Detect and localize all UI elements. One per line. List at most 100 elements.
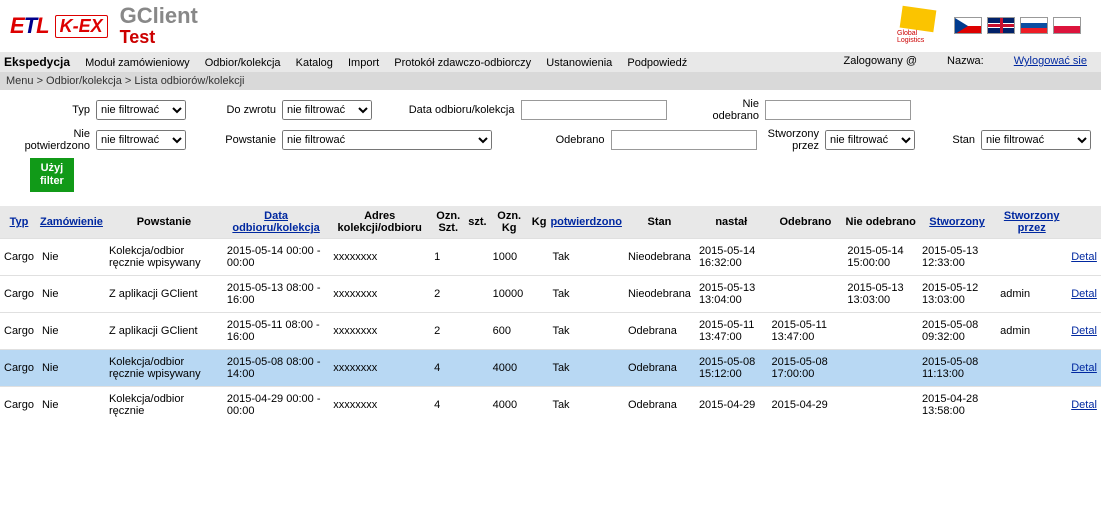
th-oznkg: Ozn. Kg bbox=[489, 206, 530, 239]
flag-sk-icon[interactable] bbox=[1020, 17, 1048, 34]
cell: 2015-05-12 13:03:00 bbox=[918, 276, 996, 313]
logo-kex: K-EX bbox=[55, 15, 108, 38]
label-stan: Stan bbox=[945, 134, 981, 146]
cell bbox=[530, 276, 549, 313]
menu-import[interactable]: Import bbox=[348, 57, 379, 69]
table-row[interactable]: CargoNieZ aplikacji GClient2015-05-13 08… bbox=[0, 276, 1101, 313]
th-odebrano: Odebrano bbox=[768, 206, 844, 239]
cell: Cargo bbox=[0, 350, 38, 387]
menu-podpowiedz[interactable]: Podpowiedź bbox=[627, 57, 687, 69]
table-row[interactable]: CargoNieKolekcja/odbior ręcznie wpisywan… bbox=[0, 239, 1101, 276]
select-powstanie[interactable]: nie filtrować bbox=[282, 130, 492, 150]
cell: 2 bbox=[430, 313, 466, 350]
detail-link[interactable]: Detal bbox=[1071, 362, 1097, 374]
results-table: Typ Zamówienie Powstanie Data odbioru/ko… bbox=[0, 206, 1101, 423]
cell: 4 bbox=[430, 350, 466, 387]
th-kg: Kg bbox=[530, 206, 549, 239]
logged-label: Zalogowany @ bbox=[844, 55, 918, 67]
select-stan[interactable]: nie filtrować bbox=[981, 130, 1091, 150]
table-row[interactable]: CargoNieKolekcja/odbior ręcznie2015-04-2… bbox=[0, 387, 1101, 424]
cell: Cargo bbox=[0, 313, 38, 350]
flag-pl-icon[interactable] bbox=[1053, 17, 1081, 34]
cell: 2015-05-11 13:47:00 bbox=[768, 313, 844, 350]
select-stworzony[interactable]: nie filtrować bbox=[825, 130, 915, 150]
cell: 2015-05-14 16:32:00 bbox=[695, 239, 768, 276]
cell bbox=[530, 313, 549, 350]
cell: 2015-04-29 bbox=[768, 387, 844, 424]
menu-modul[interactable]: Moduł zamówieniowy bbox=[85, 57, 190, 69]
detail-link[interactable]: Detal bbox=[1071, 325, 1097, 337]
cell: Tak bbox=[548, 387, 624, 424]
th-data[interactable]: Data odbioru/kolekcja bbox=[232, 210, 319, 234]
cell: 2015-05-11 13:47:00 bbox=[695, 313, 768, 350]
select-niepotwierdzono[interactable]: nie filtrować bbox=[96, 130, 186, 150]
cell: Kolekcja/odbior ręcznie wpisywany bbox=[105, 239, 223, 276]
cell: Cargo bbox=[0, 239, 38, 276]
menu-protokol[interactable]: Protokół zdawczo-odbiorczy bbox=[394, 57, 531, 69]
menu-ustanowienia[interactable]: Ustanowienia bbox=[546, 57, 612, 69]
cell: 2 bbox=[430, 276, 466, 313]
select-dozwrotu[interactable]: nie filtrować bbox=[282, 100, 372, 120]
cell: Odebrana bbox=[624, 387, 695, 424]
table-row[interactable]: CargoNieKolekcja/odbior ręcznie wpisywan… bbox=[0, 350, 1101, 387]
th-oznszt: Ozn. Szt. bbox=[430, 206, 466, 239]
cell bbox=[530, 387, 549, 424]
th-powstanie: Powstanie bbox=[105, 206, 223, 239]
cell: 2015-05-13 12:33:00 bbox=[918, 239, 996, 276]
cell bbox=[466, 313, 488, 350]
filters: Typ nie filtrować Do zwrotu nie filtrowa… bbox=[0, 90, 1101, 196]
cell: 2015-04-29 00:00 - 00:00 bbox=[223, 387, 329, 424]
flag-cz-icon[interactable] bbox=[954, 17, 982, 34]
input-nieodebrano[interactable] bbox=[765, 100, 911, 120]
cell: 2015-05-14 15:00:00 bbox=[843, 239, 918, 276]
cell: xxxxxxxx bbox=[329, 387, 430, 424]
input-odebrano[interactable] bbox=[611, 130, 757, 150]
logo-etl: ETL bbox=[10, 13, 49, 39]
cell: 2015-04-29 bbox=[695, 387, 768, 424]
th-stworzony[interactable]: Stworzony bbox=[929, 216, 985, 228]
menu-odbior[interactable]: Odbior/kolekcja bbox=[205, 57, 281, 69]
th-typ[interactable]: Typ bbox=[10, 216, 29, 228]
cell bbox=[996, 387, 1067, 424]
logout-link[interactable]: Wylogować sie bbox=[1014, 55, 1087, 67]
cell bbox=[466, 239, 488, 276]
nazwa-label: Nazwa: bbox=[947, 55, 984, 67]
label-nieodebrano: Nie odebrano bbox=[699, 98, 765, 122]
th-stworzonyprzez[interactable]: Stworzony przez bbox=[1004, 210, 1060, 234]
use-filter-button[interactable]: Użyjfilter bbox=[30, 158, 74, 192]
table-row[interactable]: CargoNieZ aplikacji GClient2015-05-11 08… bbox=[0, 313, 1101, 350]
cell bbox=[768, 239, 844, 276]
cell: Odebrana bbox=[624, 313, 695, 350]
cell: Tak bbox=[548, 239, 624, 276]
cell: Nie bbox=[38, 276, 105, 313]
th-adres: Adres kolekcji/odbioru bbox=[329, 206, 430, 239]
cell bbox=[996, 350, 1067, 387]
cell: Nieodebrana bbox=[624, 239, 695, 276]
cell bbox=[530, 239, 549, 276]
detail-link[interactable]: Detal bbox=[1071, 399, 1097, 411]
menu-ekspedycja[interactable]: Ekspedycja bbox=[4, 55, 70, 69]
cell: xxxxxxxx bbox=[329, 350, 430, 387]
menu-katalog[interactable]: Katalog bbox=[296, 57, 333, 69]
cell: 4000 bbox=[489, 387, 530, 424]
cell: Kolekcja/odbior ręcznie bbox=[105, 387, 223, 424]
label-stworzony: Stworzony przez bbox=[759, 128, 825, 152]
cell: Tak bbox=[548, 313, 624, 350]
input-data[interactable] bbox=[521, 100, 667, 120]
cell: 2015-05-14 00:00 - 00:00 bbox=[223, 239, 329, 276]
breadcrumb: Menu > Odbior/kolekcja > Lista odbiorów/… bbox=[0, 72, 1101, 90]
th-zamowienie[interactable]: Zamówienie bbox=[40, 216, 103, 228]
detail-link[interactable]: Detal bbox=[1071, 288, 1097, 300]
select-typ[interactable]: nie filtrować bbox=[96, 100, 186, 120]
th-potwierdzono[interactable]: potwierdzono bbox=[550, 216, 622, 228]
flag-uk-icon[interactable] bbox=[987, 17, 1015, 34]
cell: Cargo bbox=[0, 387, 38, 424]
cell bbox=[996, 239, 1067, 276]
label-powstanie: Powstanie bbox=[216, 134, 282, 146]
cell: 2015-05-13 08:00 - 16:00 bbox=[223, 276, 329, 313]
cell: Nie bbox=[38, 350, 105, 387]
menubar: Ekspedycja Moduł zamówieniowy Odbior/kol… bbox=[0, 52, 1101, 72]
detail-link[interactable]: Detal bbox=[1071, 251, 1097, 263]
cell: 2015-05-08 11:13:00 bbox=[918, 350, 996, 387]
cell: Nie bbox=[38, 239, 105, 276]
